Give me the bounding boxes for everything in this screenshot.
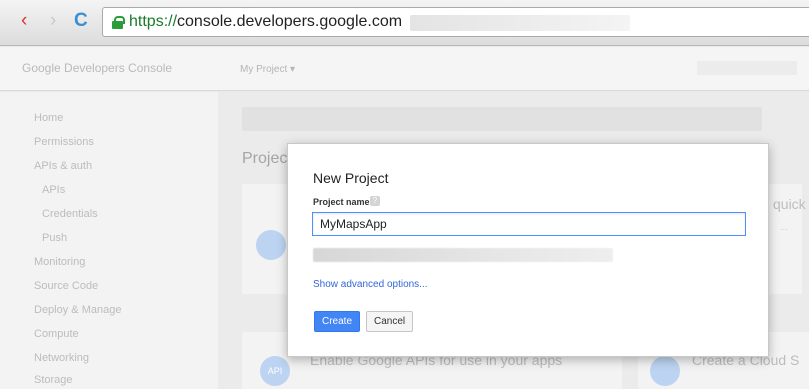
sidebar-item-home[interactable]: Home — [34, 112, 63, 124]
browser-toolbar: ‹ › C https://console.developers.google.… — [0, 0, 809, 46]
sidebar-item-credentials[interactable]: Credentials — [42, 208, 98, 220]
sidebar-item-apis-auth[interactable]: APIs & auth — [34, 160, 92, 172]
sidebar-item-permissions[interactable]: Permissions — [34, 136, 94, 148]
main-toolbar — [242, 107, 762, 131]
address-bar[interactable]: https://console.developers.google.com — [102, 7, 809, 37]
cloud-icon — [650, 356, 680, 386]
sidebar-item-apis[interactable]: APIs — [42, 184, 65, 196]
api-badge-icon: API — [260, 356, 290, 386]
help-icon[interactable]: ? — [370, 196, 380, 206]
hexagon-icon — [256, 230, 286, 260]
sidebar-item-compute[interactable]: Compute — [34, 328, 79, 340]
quickstart-text: quick — [773, 196, 806, 212]
project-name-input[interactable] — [312, 212, 746, 236]
left-sidebar: Home Permissions APIs & auth APIs Creden… — [0, 92, 218, 389]
url-host: console.developers.google.com — [177, 13, 403, 30]
create-button[interactable]: Create — [314, 311, 361, 332]
sidebar-item-source-code[interactable]: Source Code — [34, 280, 98, 292]
project-id-hint — [313, 248, 613, 262]
redacted-url-path — [410, 15, 630, 31]
sidebar-item-networking[interactable]: Networking — [34, 352, 89, 364]
lock-icon — [112, 16, 125, 29]
project-switcher[interactable]: My Project ▾ — [240, 64, 295, 75]
reload-icon[interactable]: C — [74, 11, 88, 31]
quickstart-subtext: ... — [780, 222, 788, 232]
header-account-area[interactable] — [697, 61, 797, 75]
new-project-dialog: New Project Project name ? Show advanced… — [287, 143, 769, 357]
url-scheme: https:// — [129, 13, 178, 30]
cancel-button[interactable]: Cancel — [366, 311, 414, 332]
show-advanced-options-link[interactable]: Show advanced options... — [313, 279, 428, 290]
forward-arrow-icon[interactable]: › — [50, 11, 56, 31]
url-text[interactable]: https://console.developers.google.com — [129, 13, 402, 31]
console-header: Google Developers Console My Project ▾ — [0, 47, 809, 91]
sidebar-item-monitoring[interactable]: Monitoring — [34, 256, 85, 268]
project-name-label: Project name — [313, 197, 370, 207]
sidebar-item-deploy-manage[interactable]: Deploy & Manage — [34, 304, 121, 316]
back-arrow-icon[interactable]: ‹ — [21, 11, 27, 31]
dialog-title: New Project — [313, 170, 389, 186]
sidebar-item-storage[interactable]: Storage — [34, 374, 73, 386]
sidebar-item-push[interactable]: Push — [42, 232, 67, 244]
console-logo[interactable]: Google Developers Console — [22, 61, 172, 75]
